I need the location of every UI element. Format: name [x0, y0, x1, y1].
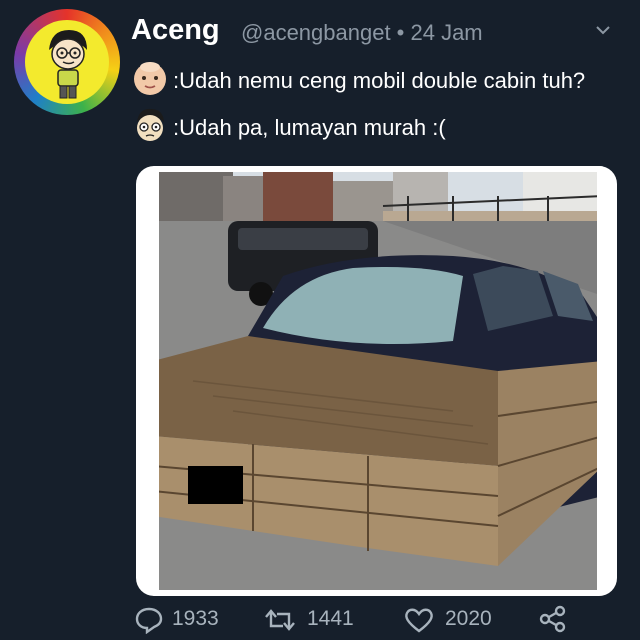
reply-button[interactable]: 1933 [134, 604, 234, 634]
tweet-header: Aceng @acengbanget • 24 Jam [131, 14, 611, 54]
reply-icon [135, 607, 163, 634]
like-button[interactable]: 2020 [403, 604, 513, 634]
author-handle-time[interactable]: @acengbanget • 24 Jam [241, 20, 483, 46]
tweet-line-1: :Udah nemu ceng mobil double cabin tuh? [131, 59, 621, 103]
retweet-icon [265, 609, 295, 631]
tweet-actions: 1933 1441 2020 [0, 600, 640, 640]
like-count: 2020 [445, 607, 492, 630]
baby-face-icon [131, 59, 169, 97]
share-icon [539, 605, 566, 633]
cartoon-face-icon [131, 106, 169, 144]
retweet-count: 1441 [307, 607, 354, 630]
share-button[interactable] [538, 604, 568, 634]
author-name[interactable]: Aceng [131, 14, 220, 47]
retweet-button[interactable]: 1441 [263, 604, 373, 634]
tweet-line-2: :Udah pa, lumayan murah :( [131, 106, 531, 150]
chevron-down-icon[interactable] [593, 20, 613, 40]
sedan-with-wooden-crate-photo [153, 166, 603, 596]
cartoon-boy-avatar-icon [25, 20, 109, 104]
tweet-photo[interactable] [136, 166, 617, 596]
reply-count: 1933 [172, 607, 219, 630]
profile-avatar[interactable] [14, 9, 120, 115]
heart-icon [405, 608, 433, 633]
tweet-line-1-text: :Udah nemu ceng mobil double cabin tuh? [173, 68, 586, 93]
tweet-line-2-text: :Udah pa, lumayan murah :( [173, 115, 446, 140]
